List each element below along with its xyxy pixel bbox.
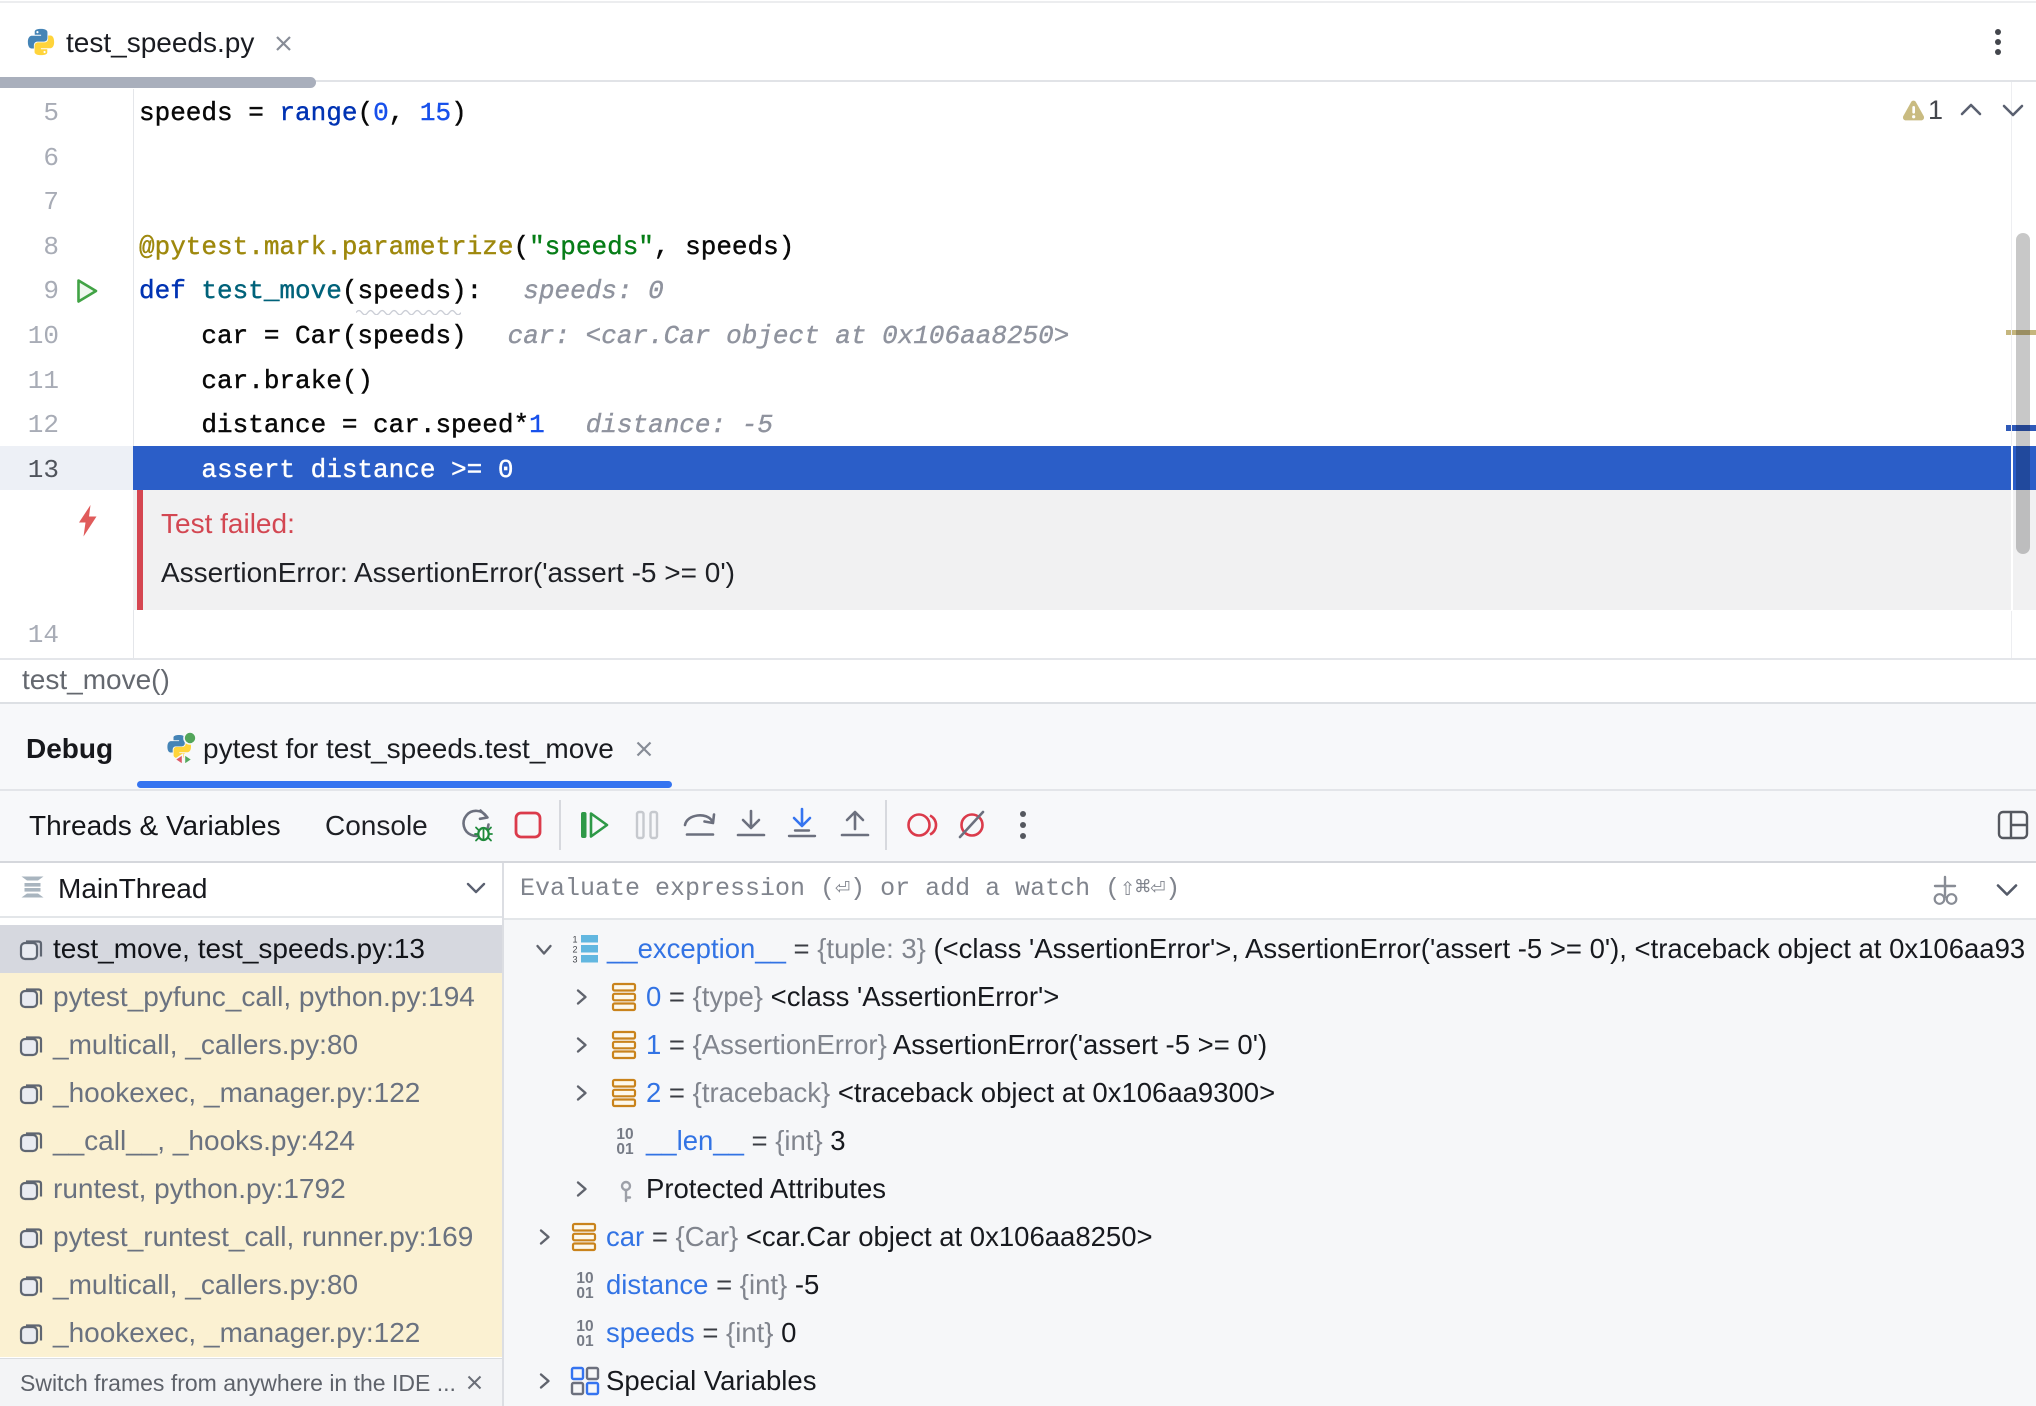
svg-text:01: 01	[576, 1333, 594, 1348]
svg-text:01: 01	[616, 1141, 634, 1156]
svg-text:01: 01	[576, 1285, 594, 1300]
svg-text:2: 2	[572, 945, 577, 955]
svg-text:1: 1	[572, 935, 577, 945]
svg-text:3: 3	[572, 955, 577, 965]
